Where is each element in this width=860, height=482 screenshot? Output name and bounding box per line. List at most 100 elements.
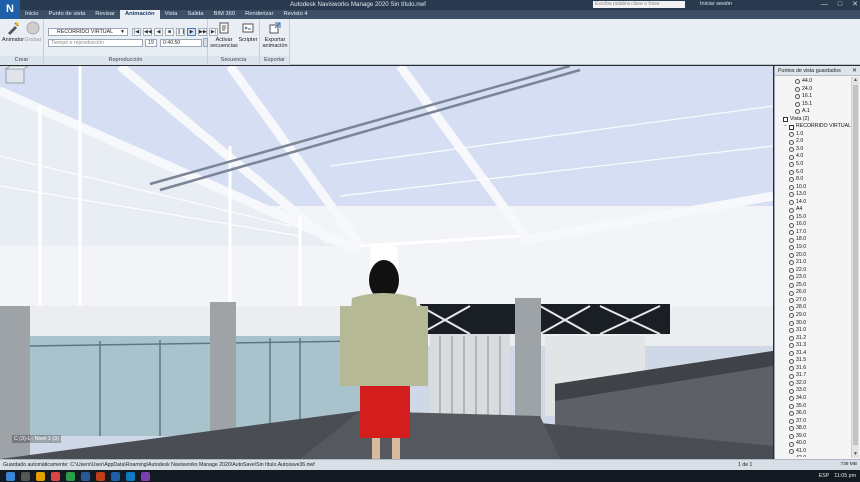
viewpoint-item[interactable]: 16.1 bbox=[777, 93, 851, 101]
step-back-button[interactable]: ◀◀ bbox=[143, 28, 152, 36]
playback-time-input[interactable]: Tiempo e reproducción bbox=[48, 39, 143, 47]
search-icon[interactable] bbox=[21, 471, 30, 481]
collapse-icon[interactable]: − bbox=[783, 123, 788, 131]
viewpoint-item[interactable]: 31.4 bbox=[777, 350, 851, 358]
tab-renderizar[interactable]: Renderizar bbox=[240, 10, 278, 19]
viewpoint-item[interactable]: 5.0 bbox=[777, 161, 851, 169]
frame-input[interactable]: 19 bbox=[145, 39, 157, 47]
viewpoint-item[interactable]: 16.0 bbox=[777, 221, 851, 229]
play-reverse-button[interactable]: ◀ bbox=[154, 28, 163, 36]
chrome-icon[interactable] bbox=[51, 471, 60, 481]
viewpoint-item[interactable]: 17.0 bbox=[777, 229, 851, 237]
viewpoint-item[interactable]: 30.0 bbox=[777, 320, 851, 328]
viewpoint-item[interactable]: 34.0 bbox=[777, 395, 851, 403]
start-icon[interactable] bbox=[6, 471, 15, 481]
revit-icon[interactable] bbox=[126, 471, 135, 481]
viewpoint-item[interactable]: 22.0 bbox=[777, 267, 851, 275]
viewpoint-item[interactable]: 32.0 bbox=[777, 380, 851, 388]
viewpoint-item[interactable]: 29.0 bbox=[777, 312, 851, 320]
viewpoint-item[interactable]: 27.0 bbox=[777, 297, 851, 305]
viewpoint-item[interactable]: 18.0 bbox=[777, 236, 851, 244]
viewcube-icon[interactable] bbox=[0, 66, 30, 86]
tree-folder[interactable]: Vista (2) bbox=[777, 116, 851, 124]
viewpoint-item[interactable]: 44.0 bbox=[777, 78, 851, 86]
viewpoint-item[interactable]: 24.0 bbox=[777, 86, 851, 94]
viewpoint-item[interactable]: 31.2 bbox=[777, 335, 851, 343]
animation-select[interactable]: RECORRIDO VIRTUAL ▼ bbox=[48, 28, 128, 36]
tab-vista[interactable]: Vista bbox=[160, 10, 183, 19]
tab-revisar[interactable]: Revisar bbox=[90, 10, 120, 19]
app-menu-button[interactable]: N bbox=[0, 0, 20, 19]
viewpoint-item[interactable]: 36.0 bbox=[777, 410, 851, 418]
viewpoint-item[interactable]: 14.0 bbox=[777, 199, 851, 207]
viewpoint-item[interactable]: 1.0 bbox=[777, 131, 851, 139]
minimize-button[interactable]: — bbox=[821, 0, 828, 9]
viewpoint-item[interactable]: 4.0 bbox=[777, 153, 851, 161]
navisworks-icon[interactable] bbox=[111, 471, 120, 481]
viewpoint-item[interactable]: 10.0 bbox=[777, 184, 851, 192]
login-link[interactable]: Iniciar sesión bbox=[700, 1, 732, 7]
viewpoint-item[interactable]: A4 bbox=[777, 206, 851, 214]
viewpoint-item[interactable]: 28.0 bbox=[777, 304, 851, 312]
viewpoint-item[interactable]: 19.0 bbox=[777, 244, 851, 252]
viewpoint-item[interactable]: 31.5 bbox=[777, 357, 851, 365]
viewpoint-item[interactable]: 6.0 bbox=[777, 169, 851, 177]
viewpoint-item[interactable]: 33.0 bbox=[777, 387, 851, 395]
viewpoint-item[interactable]: 39.0 bbox=[777, 433, 851, 441]
viewpoint-item[interactable]: 25.0 bbox=[777, 282, 851, 290]
viewpoint-item[interactable]: 13.0 bbox=[777, 191, 851, 199]
viewpoint-item[interactable]: 21.0 bbox=[777, 259, 851, 267]
time-input[interactable]: 0:40.50 bbox=[160, 39, 202, 47]
viewpoint-item[interactable]: 40.0 bbox=[777, 440, 851, 448]
tab-salida[interactable]: Salida bbox=[182, 10, 208, 19]
viewpoint-item[interactable]: 23.0 bbox=[777, 274, 851, 282]
viewpoint-item[interactable]: 31.3 bbox=[777, 342, 851, 350]
close-button[interactable]: ✕ bbox=[852, 0, 858, 9]
viewpoint-item[interactable]: 26.0 bbox=[777, 289, 851, 297]
powerpoint-icon[interactable] bbox=[96, 471, 105, 481]
rewind-start-button[interactable]: |◀ bbox=[132, 28, 141, 36]
record-button[interactable]: Grabar bbox=[24, 21, 42, 43]
animator-button[interactable]: Animator bbox=[2, 21, 24, 43]
scripter-button[interactable]: Scripter bbox=[238, 21, 258, 43]
pause-button[interactable]: ❙❙ bbox=[176, 28, 185, 36]
viewpoint-item[interactable]: 3.0 bbox=[777, 146, 851, 154]
excel-icon[interactable] bbox=[66, 471, 75, 481]
viewpoint-item[interactable]: 2.0 bbox=[777, 138, 851, 146]
scroll-up-icon[interactable]: ▲ bbox=[852, 77, 859, 84]
tab-bim-360[interactable]: BIM 360 bbox=[209, 10, 241, 19]
viewpoint-item[interactable]: 41.0 bbox=[777, 448, 851, 456]
tree-folder[interactable]: − RECORRIDO VIRTUAL bbox=[777, 123, 851, 131]
tab-punto-de-vista[interactable]: Punto de vista bbox=[44, 10, 91, 19]
viewpoint-item[interactable]: 20.0 bbox=[777, 252, 851, 260]
viewpoint-item[interactable]: 37.0 bbox=[777, 418, 851, 426]
maximize-button[interactable]: □ bbox=[838, 0, 842, 9]
search-input[interactable]: Escriba palabra clave o frase bbox=[593, 1, 685, 8]
export-animation-button[interactable]: Exportar animación bbox=[261, 21, 289, 49]
folder-icon[interactable] bbox=[36, 471, 45, 481]
viewpoint-item[interactable]: 38.0 bbox=[777, 425, 851, 433]
scroll-thumb[interactable] bbox=[853, 85, 858, 445]
viewpoint-item[interactable]: A.1 bbox=[777, 108, 851, 116]
clock[interactable]: 11:05 pm bbox=[834, 473, 856, 479]
app-icon[interactable] bbox=[141, 471, 150, 481]
panel-scrollbar[interactable]: ▲ ▼ bbox=[851, 77, 859, 458]
viewpoint-item[interactable]: 31.0 bbox=[777, 327, 851, 335]
scroll-down-icon[interactable]: ▼ bbox=[852, 451, 859, 458]
viewpoint-item[interactable]: 42.0 bbox=[777, 455, 851, 457]
viewpoint-item[interactable]: 31.6 bbox=[777, 365, 851, 373]
stop-button[interactable]: ■ bbox=[165, 28, 174, 36]
language-indicator[interactable]: ESP bbox=[819, 473, 830, 479]
viewpoint-item[interactable]: 31.7 bbox=[777, 372, 851, 380]
tab-revisto-4[interactable]: Revisto 4 bbox=[278, 10, 312, 19]
3d-viewport[interactable]: C (3)-L : Nivel 1 (3) bbox=[0, 66, 773, 459]
word-icon[interactable] bbox=[81, 471, 90, 481]
close-icon[interactable]: ✕ bbox=[852, 66, 857, 76]
viewpoint-item[interactable]: 35.0 bbox=[777, 403, 851, 411]
viewpoint-item[interactable]: 15.0 bbox=[777, 214, 851, 222]
tab-inicio[interactable]: Inicio bbox=[20, 10, 44, 19]
viewpoint-item[interactable]: 15.1 bbox=[777, 101, 851, 109]
viewpoint-item[interactable]: 8.0 bbox=[777, 176, 851, 184]
play-button[interactable]: ▶ bbox=[187, 28, 196, 36]
tab-animación[interactable]: Animación bbox=[119, 10, 160, 19]
